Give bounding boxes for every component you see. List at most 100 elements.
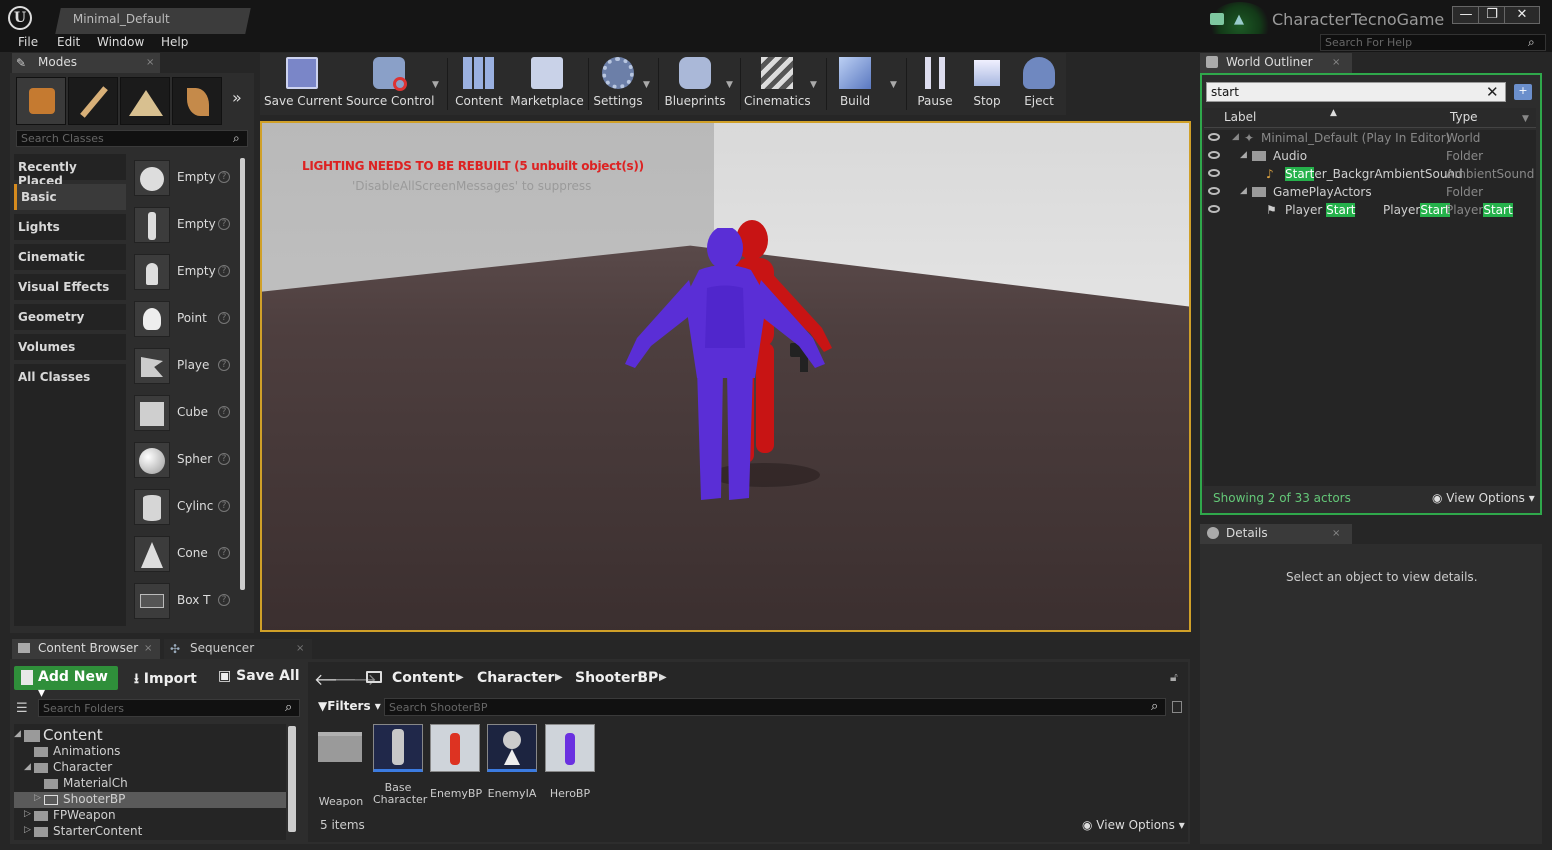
breadcrumb-shooterbp[interactable]: ShooterBP [575, 670, 658, 686]
category-lights[interactable]: Lights [14, 214, 126, 240]
outliner-row[interactable]: ◢ Audio Folder [1204, 148, 1536, 166]
help-icon[interactable]: ? [218, 500, 230, 512]
expand-arrow-icon[interactable]: ▷ [24, 809, 31, 819]
import-button[interactable]: ⭳ Import [134, 668, 197, 692]
world-outliner-tab[interactable]: World Outliner [1200, 53, 1352, 73]
column-menu-icon[interactable]: ▼ [1522, 114, 1529, 124]
breadcrumb-separator-icon[interactable]: ▶ [659, 672, 667, 683]
tree-item[interactable]: MaterialCh [14, 776, 286, 792]
landscape-mode-button[interactable] [120, 77, 170, 125]
cinematics-dropdown-icon[interactable]: ▼ [810, 80, 817, 90]
collapse-arrow-icon[interactable]: ◢ [1240, 150, 1247, 160]
outliner-row[interactable]: ◢ GamePlayActors Folder [1204, 184, 1536, 202]
content-browser-close-icon[interactable]: × [144, 643, 152, 654]
column-type[interactable]: Type [1450, 110, 1478, 124]
collapse-arrow-icon[interactable]: ◢ [1232, 132, 1239, 142]
help-icon[interactable]: ? [218, 453, 230, 465]
visibility-eye-icon[interactable] [1208, 169, 1220, 177]
help-icon[interactable]: ? [218, 265, 230, 277]
learn-icon[interactable]: ▲ [1234, 12, 1250, 27]
content-button[interactable]: Content [452, 55, 506, 113]
tree-item[interactable]: ▷ FPWeapon [14, 808, 286, 824]
column-label[interactable]: Label [1224, 110, 1256, 124]
level-tab[interactable]: Minimal_Default [55, 8, 251, 34]
place-item[interactable]: Playe ? [134, 346, 234, 388]
menu-edit[interactable]: Edit [57, 35, 80, 49]
help-icon[interactable]: ? [218, 359, 230, 371]
help-search-input[interactable]: Search For Help [1320, 34, 1546, 51]
place-item[interactable]: Box T ? [134, 581, 234, 623]
expand-arrow-icon[interactable]: ▷ [34, 793, 41, 803]
visibility-eye-icon[interactable] [1208, 151, 1220, 159]
minimize-button[interactable]: — [1452, 6, 1480, 24]
content-view-options-button[interactable]: ◉ View Options ▾ [1082, 818, 1185, 832]
category-geometry[interactable]: Geometry [14, 304, 126, 330]
collapse-arrow-icon[interactable]: ◢ [14, 729, 21, 739]
visibility-eye-icon[interactable] [1208, 133, 1220, 141]
breadcrumb-character[interactable]: Character [477, 670, 554, 686]
search-folders-input[interactable]: Search Folders [38, 699, 300, 717]
place-mode-button[interactable] [16, 77, 66, 125]
breadcrumb-separator-icon[interactable]: ▶ [456, 672, 464, 683]
chat-icon[interactable] [1210, 13, 1224, 25]
outliner-view-options-button[interactable]: ◉ View Options ▾ [1432, 491, 1535, 505]
lock-icon[interactable]: 🔓︎ [1170, 670, 1178, 685]
close-button[interactable]: ✕ [1504, 6, 1540, 24]
sequencer-tab[interactable]: Sequencer [164, 639, 312, 659]
breadcrumb-content[interactable]: Content [392, 670, 455, 686]
help-icon[interactable]: ? [218, 218, 230, 230]
visibility-eye-icon[interactable] [1208, 187, 1220, 195]
maximize-button[interactable]: ❐ [1478, 6, 1506, 24]
details-tab-close-icon[interactable]: × [1332, 528, 1340, 539]
filters-button[interactable]: ▼Filters ▾ [318, 699, 381, 713]
help-icon[interactable]: ? [218, 406, 230, 418]
asset-tile[interactable]: EnemyIA [487, 724, 537, 800]
source-control-button[interactable]: Source Control [346, 55, 434, 113]
menu-file[interactable]: File [18, 35, 38, 49]
blueprints-dropdown-icon[interactable]: ▼ [726, 80, 733, 90]
eject-button[interactable]: Eject [1016, 55, 1062, 113]
tree-item[interactable]: ▷ ShooterBP [14, 792, 286, 808]
settings-button[interactable]: Settings [592, 55, 644, 113]
cinematics-button[interactable]: Cinematics [744, 55, 811, 113]
outliner-tab-close-icon[interactable]: × [1332, 57, 1340, 68]
save-search-icon[interactable] [1172, 701, 1182, 713]
source-control-dropdown-icon[interactable]: ▼ [432, 80, 439, 90]
place-item[interactable]: Spher ? [134, 440, 234, 482]
tree-item[interactable]: ◢ Character [14, 760, 286, 776]
place-item[interactable]: Empty ? [134, 158, 234, 200]
place-item[interactable]: Point ? [134, 299, 234, 341]
paint-mode-button[interactable] [68, 77, 118, 125]
outliner-row[interactable]: ♪ Starter_BackgrAmbientSound AmbientSoun… [1204, 166, 1536, 184]
collapse-arrow-icon[interactable]: ◢ [1240, 186, 1247, 196]
category-recently-placed[interactable]: Recently Placed [14, 154, 126, 188]
save-current-button[interactable]: Save Current [264, 55, 342, 113]
place-item[interactable]: Empty ? [134, 205, 234, 247]
level-viewport[interactable]: LIGHTING NEEDS TO BE REBUILT (5 unbuilt … [260, 121, 1191, 632]
stop-button[interactable]: Stop [964, 55, 1010, 113]
menu-window[interactable]: Window [97, 35, 144, 49]
tree-item[interactable]: ◢ Content [14, 726, 286, 744]
build-dropdown-icon[interactable]: ▼ [890, 80, 897, 90]
pause-button[interactable]: Pause [912, 55, 958, 113]
tree-item[interactable]: ▷ StarterContent [14, 824, 286, 840]
content-browser-tab[interactable]: Content Browser [12, 639, 160, 659]
folder-tree-scrollbar[interactable] [288, 726, 296, 832]
modes-tab-close-icon[interactable]: × [146, 57, 154, 68]
help-icon[interactable]: ? [218, 171, 230, 183]
expand-arrow-icon[interactable]: ▷ [24, 825, 31, 835]
folder-nav-icon[interactable] [366, 671, 382, 683]
category-visual-effects[interactable]: Visual Effects [14, 274, 126, 300]
search-classes-input[interactable]: Search Classes [16, 130, 248, 147]
outliner-row[interactable]: ⚑ Player Start PlayerStart PlayerStart [1204, 202, 1536, 220]
tree-item[interactable]: Animations [14, 744, 286, 760]
save-all-button[interactable]: ▣ Save All [218, 668, 300, 684]
breadcrumb-separator-icon[interactable]: ▶ [555, 672, 563, 683]
place-item[interactable]: Cube ? [134, 393, 234, 435]
place-item[interactable]: Empty ? [134, 252, 234, 294]
foliage-mode-button[interactable] [172, 77, 222, 125]
place-item[interactable]: Cylinc ? [134, 487, 234, 529]
category-cinematic[interactable]: Cinematic [14, 244, 126, 270]
category-basic[interactable]: Basic [14, 184, 126, 210]
asset-tile[interactable]: Base Character [373, 724, 427, 806]
